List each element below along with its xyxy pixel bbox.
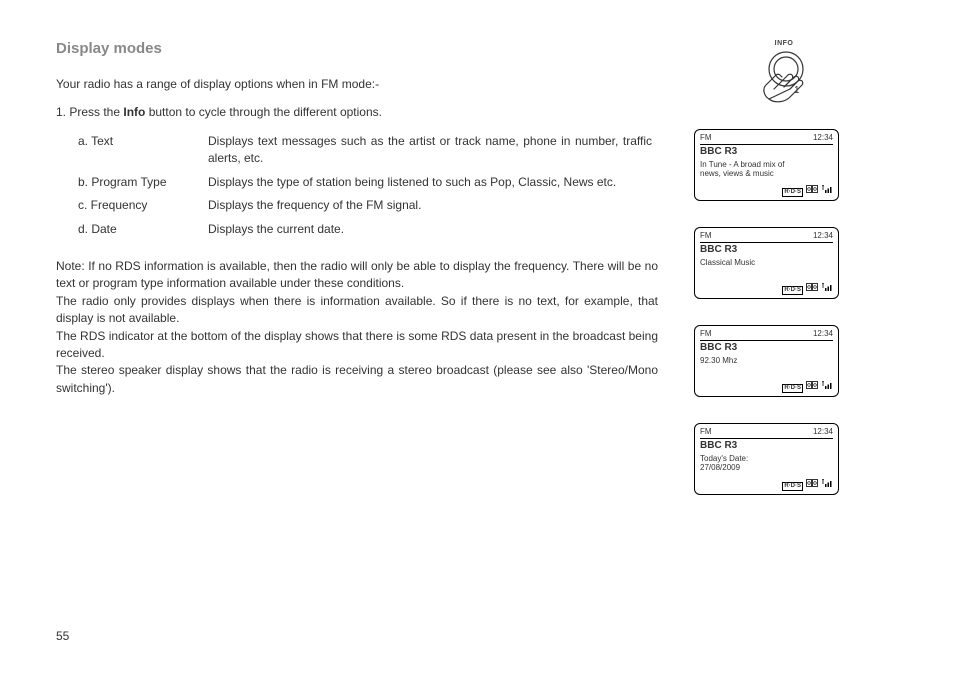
page-title: Display modes	[56, 40, 658, 57]
lcd-screen-date: FM 12:34 BBC R3 Today's Date: 27/08/2009…	[694, 423, 839, 495]
opt-c-desc: Displays the frequency of the FM signal.	[208, 197, 658, 220]
opt-d-desc: Displays the current date.	[208, 221, 658, 244]
lcd-line1: Classical Music	[700, 258, 755, 267]
stereo-icon	[806, 283, 818, 295]
page-number: 55	[56, 629, 69, 643]
press-button-icon: 1	[754, 49, 814, 103]
lcd-line2: 27/08/2009	[700, 463, 740, 472]
rds-icon: R·D·S	[782, 188, 803, 198]
lcd-mode: FM	[700, 427, 712, 437]
opt-a-desc: Displays text messages such as the artis…	[208, 133, 658, 174]
options-table: a. Text Displays text messages such as t…	[78, 133, 658, 244]
lcd-time: 12:34	[813, 133, 833, 143]
intro-text: Your radio has a range of display option…	[56, 77, 658, 91]
info-button-illustration: INFO 1	[754, 40, 814, 103]
step-suffix: button to cycle through the different op…	[145, 105, 382, 119]
lcd-mode: FM	[700, 329, 712, 339]
svg-text:1: 1	[794, 85, 800, 96]
step-bold: Info	[123, 105, 145, 119]
info-label: INFO	[775, 40, 794, 47]
opt-a-label: a. Text	[78, 133, 208, 174]
lcd-screen-program-type: FM 12:34 BBC R3 Classical Music R·D·S	[694, 227, 839, 299]
lcd-station: BBC R3	[700, 244, 833, 257]
opt-b-desc: Displays the type of station being liste…	[208, 174, 658, 197]
opt-d-label: d. Date	[78, 221, 208, 244]
opt-b-label: b. Program Type	[78, 174, 208, 197]
rds-icon: R·D·S	[782, 482, 803, 492]
lcd-line1: In Tune - A broad mix of	[700, 160, 785, 169]
lcd-line1: 92.30 Mhz	[700, 356, 737, 365]
lcd-time: 12:34	[813, 231, 833, 241]
signal-icon	[821, 479, 833, 491]
signal-icon	[821, 381, 833, 393]
lcd-station: BBC R3	[700, 146, 833, 159]
step-1: 1. Press the Info button to cycle throug…	[56, 105, 658, 119]
lcd-line1: Today's Date:	[700, 454, 748, 463]
signal-icon	[821, 283, 833, 295]
lcd-time: 12:34	[813, 427, 833, 437]
lcd-mode: FM	[700, 231, 712, 241]
lcd-station: BBC R3	[700, 440, 833, 453]
lcd-line2: news, views & music	[700, 169, 774, 178]
stereo-icon	[806, 185, 818, 197]
signal-icon	[821, 185, 833, 197]
lcd-mode: FM	[700, 133, 712, 143]
stereo-icon	[806, 381, 818, 393]
lcd-station: BBC R3	[700, 342, 833, 355]
rds-icon: R·D·S	[782, 286, 803, 296]
lcd-screen-frequency: FM 12:34 BBC R3 92.30 Mhz R·D·S	[694, 325, 839, 397]
stereo-icon	[806, 479, 818, 491]
lcd-time: 12:34	[813, 329, 833, 339]
rds-icon: R·D·S	[782, 384, 803, 394]
lcd-screen-text: FM 12:34 BBC R3 In Tune - A broad mix of…	[694, 129, 839, 201]
note-text: Note: If no RDS information is available…	[56, 258, 658, 397]
step-prefix: 1. Press the	[56, 105, 123, 119]
opt-c-label: c. Frequency	[78, 197, 208, 220]
